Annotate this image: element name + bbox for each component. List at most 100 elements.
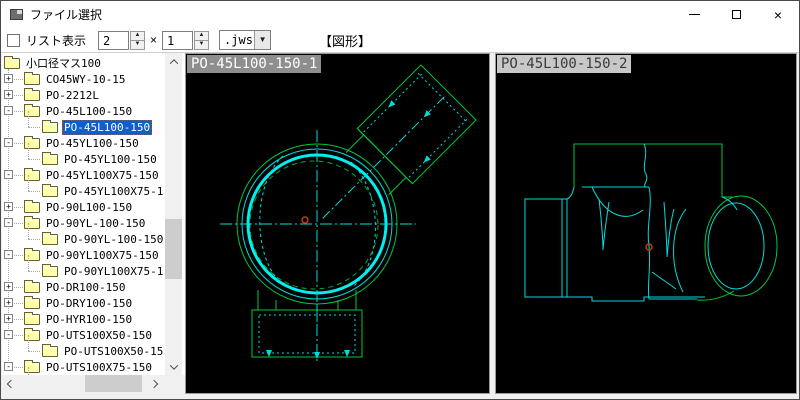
expand-icon[interactable]: + bbox=[4, 298, 13, 307]
expand-icon[interactable]: + bbox=[4, 314, 13, 323]
scroll-up-button[interactable] bbox=[165, 53, 182, 70]
rows-value: 1 bbox=[167, 33, 175, 48]
tree-item-label[interactable]: PO-45L100-150 bbox=[62, 119, 153, 135]
collapse-icon[interactable]: - bbox=[4, 330, 13, 339]
tree-item[interactable]: - PO-UTS100X75-150 bbox=[2, 359, 164, 375]
collapse-icon[interactable]: - bbox=[4, 362, 13, 371]
tree-item[interactable]: - PO-90YL100X75-150 bbox=[2, 247, 164, 263]
columns-spin-up[interactable]: ▲ bbox=[130, 30, 146, 41]
cad-drawing-1 bbox=[220, 64, 477, 362]
rows-spin-up[interactable]: ▲ bbox=[194, 30, 210, 41]
tree-item[interactable]: - PO-90YL-100-150 bbox=[2, 215, 164, 231]
rows-spin-down[interactable]: ▼ bbox=[194, 40, 210, 50]
chevron-down-icon[interactable]: ▼ bbox=[254, 31, 271, 49]
collapse-icon[interactable]: - bbox=[4, 170, 13, 179]
list-view-checkbox[interactable] bbox=[7, 33, 20, 47]
tree-item-label[interactable]: CO45WY-10-15 bbox=[44, 72, 127, 87]
tree-item-label[interactable]: PO-45YL100X75-150 bbox=[44, 168, 161, 183]
scroll-left-button[interactable] bbox=[2, 375, 19, 392]
tree-item-label[interactable]: PO-UTS100X75-150 bbox=[44, 360, 154, 375]
tree-item[interactable]: 小口径マス100 bbox=[2, 55, 164, 71]
folder-icon bbox=[24, 199, 40, 213]
vertical-scroll-thumb[interactable] bbox=[165, 219, 182, 279]
tree-item[interactable]: - PO-45YL100X75-150 bbox=[2, 167, 164, 183]
tree-item-label[interactable]: PO-90L100-150 bbox=[44, 200, 134, 215]
tree-item-label[interactable]: PO-45YL100X75-150 bbox=[62, 184, 164, 199]
scroll-right-button[interactable] bbox=[145, 375, 162, 392]
minimize-icon bbox=[688, 14, 700, 15]
multiply-label: × bbox=[150, 33, 158, 47]
tree-item[interactable]: + PO-90L100-150 bbox=[2, 199, 164, 215]
tree-item[interactable]: PO-45L100-150 bbox=[2, 111, 164, 135]
folder-icon bbox=[42, 263, 58, 277]
tree-item[interactable]: PO-45YL100-150 bbox=[2, 143, 164, 167]
format-value: .jws bbox=[224, 33, 253, 47]
tree-item-label[interactable]: PO-90YL-100-150 bbox=[62, 232, 164, 247]
expand-icon[interactable]: + bbox=[4, 282, 13, 291]
format-select[interactable]: .jws ▼ bbox=[219, 30, 272, 50]
tree-item-label[interactable]: 小口径マス100 bbox=[24, 54, 103, 72]
tree-item-label[interactable]: PO-45YL100-150 bbox=[44, 136, 141, 151]
toolbar: リスト表示 2 ▲ ▼ × 1 ▲ ▼ .jws ▼ 【図形】 bbox=[1, 28, 799, 53]
preview-panel-1[interactable]: PO-45L100-150-1 bbox=[185, 53, 490, 394]
expand-icon[interactable]: + bbox=[4, 74, 13, 83]
horizontal-scroll-thumb[interactable] bbox=[85, 375, 142, 392]
category-label: 【図形】 bbox=[319, 33, 372, 49]
expand-icon[interactable]: + bbox=[4, 90, 13, 99]
tree-item[interactable]: PO-UTS100X50-150 bbox=[2, 335, 164, 359]
tree-item[interactable]: - PO-UTS100X50-150 bbox=[2, 327, 164, 343]
tree-item-label[interactable]: PO-UTS100X50-150 bbox=[44, 328, 154, 343]
tree-horizontal-scrollbar[interactable] bbox=[2, 375, 162, 392]
rows-spinner: ▲ ▼ bbox=[194, 30, 210, 50]
columns-input[interactable]: 2 bbox=[98, 30, 130, 50]
tree-item[interactable]: PO-90YL-100-150 bbox=[2, 223, 164, 247]
list-view-label: リスト表示 bbox=[26, 33, 87, 48]
tree-item[interactable]: - PO-45YL100-150 bbox=[2, 135, 164, 151]
tree-item[interactable]: PO-45YL100X75-150 bbox=[2, 175, 164, 199]
close-button[interactable]: × bbox=[757, 1, 799, 28]
preview-area: PO-45L100-150-1 PO-45L100-150-2 bbox=[185, 53, 797, 394]
preview-title-1: PO-45L100-150-1 bbox=[187, 55, 322, 73]
tree-item-label[interactable]: PO-45L100-150 bbox=[44, 104, 134, 119]
columns-spin-down[interactable]: ▼ bbox=[130, 40, 146, 50]
tree-item-label[interactable]: PO-DR100-150 bbox=[44, 280, 127, 295]
rows-input[interactable]: 1 bbox=[162, 30, 194, 50]
window-title: ファイル選択 bbox=[30, 8, 103, 22]
folder-icon bbox=[24, 167, 40, 181]
tree-item-label[interactable]: PO-45YL100-150 bbox=[62, 152, 159, 167]
tree-item-label[interactable]: PO-2212L bbox=[44, 88, 101, 103]
tree-item[interactable]: - PO-45L100-150 bbox=[2, 103, 164, 119]
preview-panel-2[interactable]: PO-45L100-150-2 bbox=[495, 53, 797, 394]
tree-item-label[interactable]: PO-90YL-100-150 bbox=[44, 216, 147, 231]
folder-icon bbox=[24, 215, 40, 229]
tree-item[interactable]: + PO-DR100-150 bbox=[2, 279, 164, 295]
tree-item[interactable]: + PO-2212L bbox=[2, 87, 164, 103]
tree-item-label[interactable]: PO-UTS100X50-150 bbox=[62, 344, 164, 359]
tree-item[interactable]: + CO45WY-10-15 bbox=[2, 71, 164, 87]
collapse-icon[interactable]: - bbox=[4, 138, 13, 147]
expand-icon[interactable]: + bbox=[4, 202, 13, 211]
tree-item[interactable]: PO-90YL100X75-150 bbox=[2, 255, 164, 279]
maximize-button[interactable] bbox=[715, 1, 757, 28]
folder-icon bbox=[24, 247, 40, 261]
center-marker bbox=[301, 216, 309, 224]
tree-item[interactable]: + PO-DRY100-150 bbox=[2, 295, 164, 311]
folder-icon bbox=[24, 359, 40, 373]
collapse-icon[interactable]: - bbox=[4, 218, 13, 227]
app-icon bbox=[10, 9, 23, 20]
tree-item[interactable]: + PO-HYR100-150 bbox=[2, 311, 164, 327]
folder-icon bbox=[24, 87, 40, 101]
folder-icon bbox=[42, 183, 58, 197]
minimize-button[interactable] bbox=[673, 1, 715, 28]
tree-item-label[interactable]: PO-90YL100X75-150 bbox=[62, 264, 164, 279]
tree-vertical-scrollbar[interactable] bbox=[165, 53, 182, 375]
tree-item-label[interactable]: PO-HYR100-150 bbox=[44, 312, 134, 327]
file-tree: 小口径マス100 + CO45WY-10-15 + PO-2212L - PO-45L100… bbox=[2, 53, 164, 375]
scroll-down-button[interactable] bbox=[165, 358, 182, 375]
tree-item-label[interactable]: PO-90YL100X75-150 bbox=[44, 248, 161, 263]
collapse-icon[interactable]: - bbox=[4, 250, 13, 259]
collapse-icon[interactable]: - bbox=[4, 106, 13, 115]
columns-spinner: ▲ ▼ bbox=[130, 30, 146, 50]
folder-icon bbox=[42, 343, 58, 357]
tree-item-label[interactable]: PO-DRY100-150 bbox=[44, 296, 134, 311]
